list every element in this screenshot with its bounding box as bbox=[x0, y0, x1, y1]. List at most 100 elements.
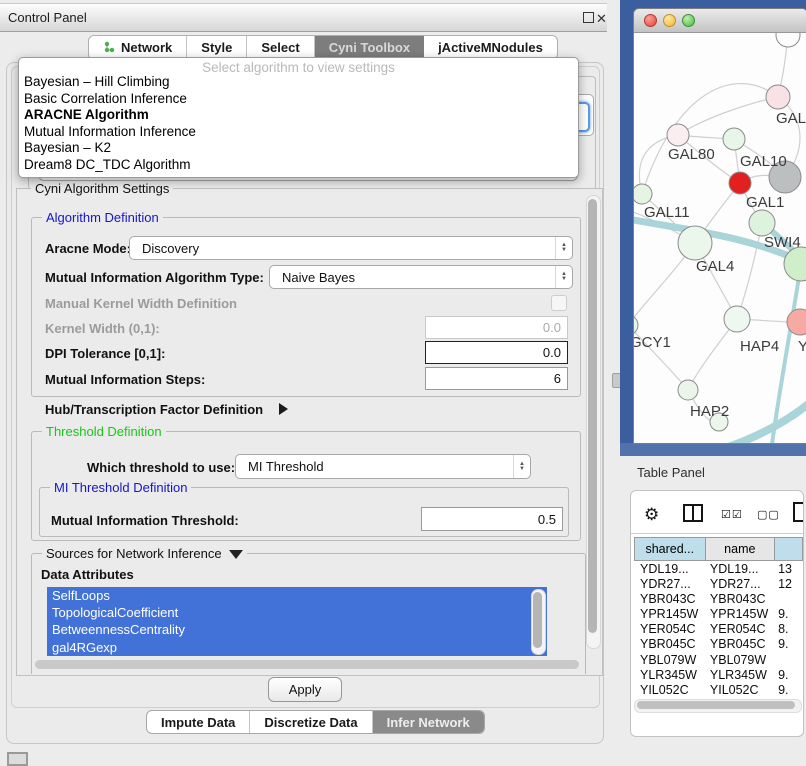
table-cell: 9. bbox=[772, 683, 803, 698]
algorithm-option[interactable]: Bayesian – K2 bbox=[19, 140, 578, 157]
zoom-traffic-icon[interactable] bbox=[682, 14, 695, 27]
column-header-name[interactable]: name bbox=[706, 537, 776, 561]
data-attributes-list[interactable]: SelfLoopsTopologicalCoefficientBetweenne… bbox=[47, 587, 547, 656]
chevron-updown-icon: ▲▼ bbox=[555, 266, 572, 288]
network-node[interactable] bbox=[749, 210, 775, 236]
manual-kernel-checkbox[interactable] bbox=[551, 295, 567, 311]
mi-steps-label: Mutual Information Steps: bbox=[45, 372, 205, 387]
data-attribute-item[interactable]: gal4RGexp bbox=[47, 639, 547, 656]
tab-jactivemnodules[interactable]: jActiveMNodules bbox=[424, 36, 557, 59]
table-row[interactable]: YBL079WYBL079W bbox=[634, 653, 803, 668]
table-row[interactable]: YPR145WYPR145W9. bbox=[634, 607, 803, 622]
apply-button[interactable]: Apply bbox=[268, 677, 342, 702]
table-cell: 9. bbox=[772, 668, 803, 683]
algorithm-option[interactable]: Basic Correlation Inference bbox=[19, 91, 578, 108]
aracne-mode-combobox[interactable]: Discovery ▲▼ bbox=[129, 236, 573, 260]
columns-icon[interactable] bbox=[683, 504, 703, 522]
mi-type-combobox[interactable]: Naive Bayes ▲▼ bbox=[269, 265, 573, 289]
network-node[interactable] bbox=[724, 306, 750, 332]
tab-discretize-data[interactable]: Discretize Data bbox=[250, 711, 372, 733]
network-node[interactable] bbox=[634, 184, 652, 204]
tab-select[interactable]: Select bbox=[247, 36, 314, 59]
table-row[interactable]: YBR045CYBR045C9. bbox=[634, 637, 803, 652]
dpi-tolerance-field[interactable]: 0.0 bbox=[425, 341, 568, 364]
table-row[interactable]: YLR345WYLR345W9. bbox=[634, 668, 803, 683]
node-label: GAL bbox=[776, 110, 806, 127]
network-node[interactable] bbox=[723, 128, 745, 150]
table-header-row: shared... name bbox=[634, 537, 803, 561]
sources-vertical-scrollbar[interactable] bbox=[531, 589, 546, 655]
network-node[interactable] bbox=[729, 172, 751, 194]
network-node[interactable] bbox=[776, 33, 800, 47]
node-label: GAL10 bbox=[740, 153, 787, 170]
algorithm-option[interactable]: Dream8 DC_TDC Algorithm bbox=[19, 157, 578, 174]
table-row[interactable]: YIL052CYIL052C9. bbox=[634, 683, 803, 698]
close-traffic-icon[interactable] bbox=[644, 14, 657, 27]
table-cell: YBR043C bbox=[704, 592, 772, 607]
column-header-third[interactable] bbox=[775, 537, 803, 561]
algorithm-dropdown-popup: Select algorithm to view settings Bayesi… bbox=[18, 57, 579, 178]
table-cell: YDR27... bbox=[704, 577, 772, 592]
data-attribute-item[interactable]: BetweennessCentrality bbox=[47, 621, 547, 638]
network-view-window[interactable]: GALGAL80GAL10GAL1GAL11SWI4GAL4GCY1HAP4YH… bbox=[633, 8, 806, 444]
floating-mini-window bbox=[7, 752, 28, 766]
table-cell bbox=[772, 592, 803, 607]
expand-right-icon[interactable] bbox=[279, 403, 288, 415]
table-panel: ⚙ ☑☑ ▢▢ shared... name YDL19...YDL19...1… bbox=[630, 490, 804, 737]
gear-icon[interactable]: ⚙ bbox=[644, 505, 659, 525]
network-canvas[interactable]: GALGAL80GAL10GAL1GAL11SWI4GAL4GCY1HAP4YH… bbox=[634, 33, 806, 443]
close-icon[interactable]: ✕ bbox=[596, 13, 607, 24]
chevron-updown-icon: ▲▼ bbox=[555, 237, 572, 259]
table-cell: YBR045C bbox=[634, 637, 704, 652]
minimize-traffic-icon[interactable] bbox=[663, 14, 676, 27]
tab-infer-network[interactable]: Infer Network bbox=[373, 711, 484, 733]
table-cell: YER054C bbox=[704, 622, 772, 637]
tab-style[interactable]: Style bbox=[187, 36, 247, 59]
desktop-background-band bbox=[620, 443, 806, 456]
tab-cyni-toolbox[interactable]: Cyni Toolbox bbox=[315, 36, 424, 59]
table-row[interactable]: YDL19...YDL19...13 bbox=[634, 562, 803, 577]
settings-horizontal-scrollbar[interactable] bbox=[35, 660, 579, 669]
network-node[interactable] bbox=[766, 85, 790, 109]
data-attribute-item[interactable]: TopologicalCoefficient bbox=[47, 604, 547, 621]
document-icon[interactable] bbox=[793, 502, 804, 522]
settings-vertical-scrollbar[interactable] bbox=[586, 195, 601, 649]
network-node[interactable] bbox=[634, 315, 638, 335]
network-node[interactable] bbox=[667, 124, 689, 146]
mi-threshold-label: Mutual Information Threshold: bbox=[51, 513, 239, 528]
network-node[interactable] bbox=[678, 226, 712, 260]
hub-definition-label[interactable]: Hub/Transcription Factor Definition bbox=[45, 402, 263, 417]
table-cell: YIL052C bbox=[704, 683, 772, 698]
algorithm-option[interactable]: Bayesian – Hill Climbing bbox=[19, 74, 578, 91]
tab-impute-data[interactable]: Impute Data bbox=[147, 711, 250, 733]
table-cell: YBR043C bbox=[634, 592, 704, 607]
checked-boxes-icon[interactable]: ☑☑ bbox=[721, 508, 743, 521]
table-row[interactable]: YER054CYER054C8. bbox=[634, 622, 803, 637]
sources-legend[interactable]: Sources for Network Inference bbox=[42, 546, 247, 561]
tab-network[interactable]: Network bbox=[89, 36, 187, 59]
cyni-algorithm-settings-panel: Cyni Algorithm Settings Algorithm Defini… bbox=[16, 188, 603, 676]
algorithm-option[interactable]: Mutual Information Inference bbox=[19, 124, 578, 141]
dpi-tolerance-label: DPI Tolerance [0,1]: bbox=[45, 346, 165, 361]
network-node[interactable] bbox=[678, 380, 698, 400]
table-cell: 9. bbox=[772, 637, 803, 652]
unchecked-boxes-icon[interactable]: ▢▢ bbox=[757, 508, 780, 521]
table-row[interactable]: YBR043CYBR043C bbox=[634, 592, 803, 607]
node-label: GAL4 bbox=[696, 258, 734, 275]
table-row[interactable]: YDR27...YDR27...12 bbox=[634, 577, 803, 592]
mi-steps-field[interactable]: 6 bbox=[425, 367, 568, 390]
node-label: HAP2 bbox=[690, 403, 729, 420]
which-threshold-combobox[interactable]: MI Threshold ▲▼ bbox=[235, 454, 531, 479]
table-cell: 13 bbox=[772, 562, 803, 577]
data-attribute-item[interactable]: SelfLoops bbox=[47, 587, 547, 604]
network-window-titlebar[interactable] bbox=[634, 9, 806, 33]
algorithm-option[interactable]: ARACNE Algorithm bbox=[19, 107, 578, 124]
column-header-shared[interactable]: shared... bbox=[634, 537, 706, 561]
popup-item-list: Bayesian – Hill ClimbingBasic Correlatio… bbox=[19, 74, 578, 174]
node-label: HAP4 bbox=[740, 338, 779, 355]
float-icon[interactable] bbox=[583, 12, 594, 23]
table-horizontal-scrollbar[interactable] bbox=[634, 699, 802, 713]
collapse-down-icon[interactable] bbox=[229, 550, 243, 559]
aracne-mode-label: Aracne Mode: bbox=[45, 241, 131, 256]
mi-threshold-field[interactable]: 0.5 bbox=[421, 507, 563, 531]
